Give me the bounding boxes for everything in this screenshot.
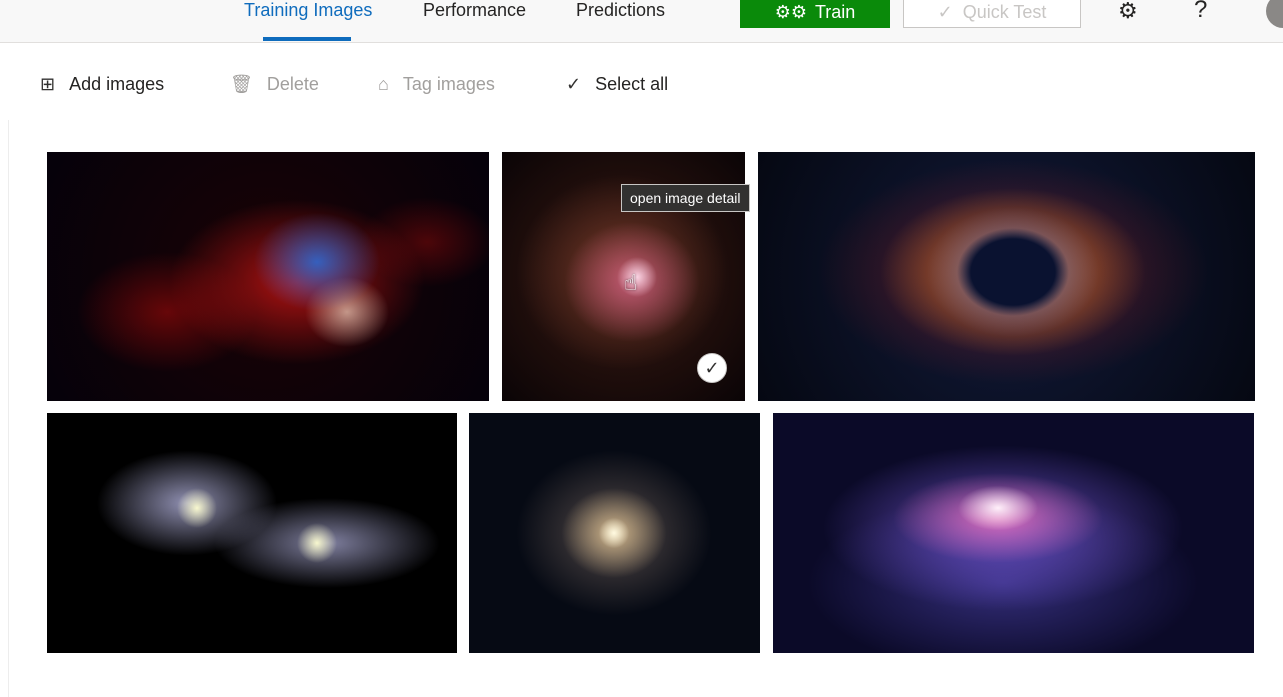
avatar[interactable] — [1266, 0, 1283, 28]
quick-test-button[interactable]: ✓ Quick Test — [903, 0, 1081, 28]
hand-cursor-icon: ☝ — [624, 270, 638, 295]
select-all-button[interactable]: ✓ Select all — [566, 70, 668, 98]
galaxy-image — [469, 413, 760, 653]
gears-icon: ⚙⚙ — [774, 1, 807, 22]
gear-icon[interactable]: ⚙ — [1118, 0, 1138, 24]
train-button[interactable]: ⚙⚙ Train — [740, 0, 890, 28]
tag-images-button[interactable]: ⌂ Tag images — [378, 70, 495, 98]
image-tile[interactable] — [47, 152, 489, 401]
image-tile[interactable] — [758, 152, 1255, 401]
image-tile[interactable] — [47, 413, 457, 653]
image-tile[interactable] — [773, 413, 1254, 653]
nebula-image — [47, 152, 489, 401]
top-nav-bar: Training Images Performance Predictions … — [0, 0, 1283, 43]
galaxy-image — [47, 413, 457, 653]
helix-nebula-image — [758, 152, 1255, 401]
add-images-button[interactable]: ⊞ Add images — [40, 70, 164, 98]
checkmark-icon: ✓ — [566, 73, 582, 94]
selected-checkmark-icon[interactable]: ✓ — [697, 353, 727, 383]
checkmark-icon: ✓ — [937, 1, 953, 22]
galaxy-image — [773, 413, 1254, 653]
left-divider — [8, 120, 9, 697]
delete-button[interactable]: 🗑 Delete — [230, 70, 319, 98]
tab-predictions[interactable]: Predictions — [576, 0, 665, 42]
active-tab-indicator — [263, 37, 351, 41]
tab-training-images[interactable]: Training Images — [244, 0, 372, 42]
image-tile[interactable] — [469, 413, 760, 653]
trash-icon: 🗑 — [230, 73, 253, 94]
tag-icon: ⌂ — [378, 73, 389, 94]
tab-performance[interactable]: Performance — [423, 0, 526, 42]
help-icon[interactable]: ? — [1194, 0, 1207, 24]
tooltip: open image detail — [621, 184, 750, 212]
add-image-icon: ⊞ — [40, 73, 56, 94]
